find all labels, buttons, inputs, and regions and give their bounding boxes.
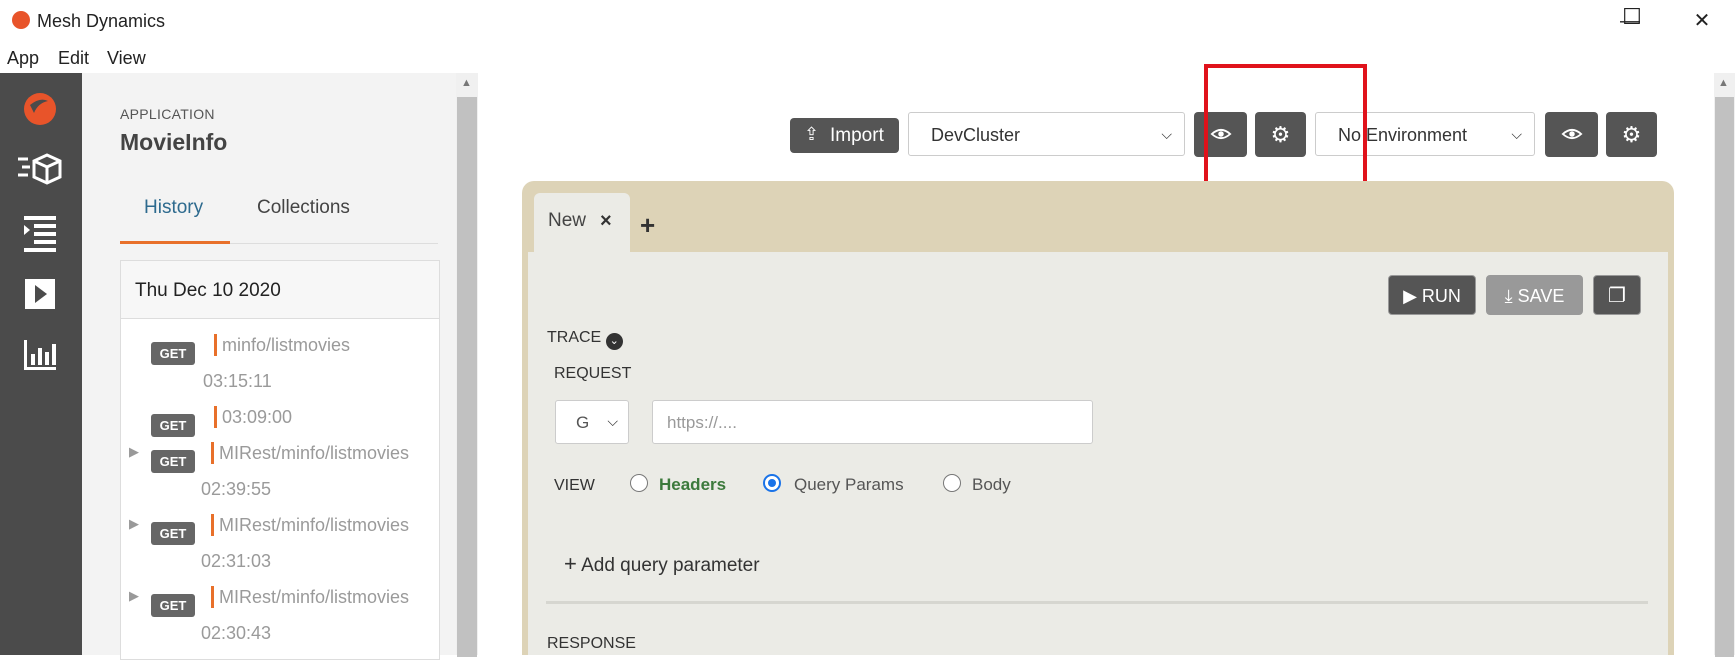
- add-param-label: Add query parameter: [581, 555, 760, 576]
- tab-label: New: [548, 210, 587, 231]
- method-badge: GET: [151, 414, 195, 437]
- add-tab-plus-icon[interactable]: +: [640, 210, 655, 241]
- add-query-parameter-button[interactable]: + Add query parameter: [564, 551, 760, 577]
- close-tab-icon[interactable]: ×: [600, 210, 612, 233]
- cube-services-icon[interactable]: [18, 147, 62, 191]
- method-badge: GET: [151, 594, 195, 617]
- highlight-box: [1204, 64, 1367, 190]
- expand-triangle-icon[interactable]: ▶: [129, 516, 139, 532]
- accent-bar: [214, 406, 217, 428]
- scroll-up-arrow-icon[interactable]: ▲: [461, 77, 472, 89]
- nav-rail: [0, 73, 82, 655]
- history-time: 03:15:11: [203, 371, 272, 391]
- application-label: APPLICATION: [120, 106, 215, 122]
- save-label: SAVE: [1517, 286, 1565, 306]
- history-path: minfo/listmovies: [222, 335, 351, 355]
- tab-collections[interactable]: Collections: [257, 197, 350, 219]
- cluster-value: DevCluster: [931, 125, 1021, 145]
- menu-view[interactable]: View: [107, 48, 146, 69]
- query-params-label[interactable]: Query Params: [794, 475, 904, 495]
- method-select[interactable]: G ⌵: [555, 400, 629, 444]
- window-title: Mesh Dynamics: [37, 11, 166, 31]
- method-value: G: [576, 413, 590, 432]
- menu-app[interactable]: App: [7, 48, 39, 69]
- accent-bar: [211, 442, 214, 464]
- view-label: VIEW: [554, 477, 595, 494]
- history-path: MIRest/minfo/listmovies: [219, 443, 410, 463]
- environment-settings-button[interactable]: ⚙: [1606, 112, 1657, 157]
- cluster-select[interactable]: DevCluster ⌵: [908, 112, 1185, 156]
- scroll-up-arrow-icon[interactable]: ▲: [1718, 77, 1729, 89]
- chevron-down-icon: ⌵: [607, 413, 618, 429]
- radio-query-params[interactable]: [763, 474, 781, 492]
- run-label: RUN: [1421, 286, 1461, 306]
- list-indent-icon[interactable]: [18, 210, 62, 254]
- menu-edit[interactable]: Edit: [58, 48, 89, 69]
- close-button[interactable]: ✕: [1682, 8, 1722, 34]
- run-button[interactable]: ▶ RUN: [1388, 275, 1476, 315]
- radio-body[interactable]: [943, 474, 961, 492]
- menu-bar: App Edit View: [0, 42, 1735, 73]
- accent-bar: [211, 586, 214, 608]
- tab-history[interactable]: History: [144, 197, 203, 219]
- play-icon[interactable]: [18, 272, 62, 316]
- bar-chart-icon[interactable]: [18, 334, 62, 378]
- play-icon: ▶: [1403, 286, 1417, 306]
- history-item[interactable]: ▶ GET MIRest/minfo/listmovies 02:39:55: [121, 438, 439, 510]
- chevron-down-icon: ⌵: [1511, 126, 1522, 142]
- history-item[interactable]: GET minfo/listmovies 03:15:11: [121, 330, 439, 402]
- view-environment-button[interactable]: [1545, 112, 1598, 157]
- history-item[interactable]: ▶ GET MIRest/minfo/listmovies 02:31:03: [121, 510, 439, 582]
- accent-bar: [214, 334, 217, 356]
- history-path: MIRest/minfo/listmovies: [219, 515, 410, 535]
- main-scrollbar[interactable]: ▲: [1714, 73, 1735, 657]
- history-time: 02:30:43: [201, 623, 272, 643]
- history-date-header[interactable]: Thu Dec 10 2020: [121, 261, 439, 319]
- scrollbar-thumb[interactable]: [457, 97, 477, 657]
- trace-toggle[interactable]: TRACE ⌄: [547, 329, 623, 350]
- save-button[interactable]: ⤓ SAVE: [1486, 275, 1583, 315]
- download-icon: ⤓: [1504, 286, 1513, 306]
- maximize-button[interactable]: ☐: [1612, 4, 1652, 30]
- mesh-logo-icon[interactable]: [18, 87, 62, 131]
- expand-triangle-icon[interactable]: ▶: [129, 444, 139, 460]
- response-label: RESPONSE: [547, 635, 636, 652]
- history-time: 02:39:55: [201, 479, 272, 499]
- method-badge: GET: [151, 450, 195, 473]
- app-logo-icon: [12, 11, 30, 29]
- import-label: Import: [830, 125, 884, 146]
- headers-label[interactable]: Headers: [659, 475, 726, 495]
- trace-label: TRACE: [547, 329, 602, 346]
- eye-icon: [1560, 128, 1583, 140]
- history-list: Thu Dec 10 2020 GET minfo/listmovies 03:…: [120, 260, 440, 660]
- body-label[interactable]: Body: [972, 475, 1011, 495]
- method-badge: GET: [151, 522, 195, 545]
- url-input[interactable]: https://....: [652, 400, 1093, 444]
- active-tab-indicator: [120, 241, 230, 244]
- request-label: REQUEST: [554, 365, 632, 382]
- history-time: 02:31:03: [201, 551, 272, 571]
- sidebar-scrollbar[interactable]: ▲: [456, 73, 478, 657]
- title-bar: Mesh Dynamics — ☐ ✕: [0, 0, 1735, 42]
- accent-bar: [211, 514, 214, 536]
- history-path: 03:09:00: [222, 407, 293, 427]
- history-path: MIRest/minfo/listmovies: [219, 587, 410, 607]
- import-button[interactable]: ⇪ Import: [790, 118, 899, 153]
- chevron-down-circle-icon: ⌄: [605, 333, 623, 350]
- plus-icon: +: [564, 551, 577, 576]
- application-name: MovieInfo: [120, 129, 228, 155]
- duplicate-button[interactable]: ❐: [1593, 275, 1641, 315]
- tab-new-request[interactable]: New ×: [534, 193, 630, 253]
- chevron-down-icon: ⌵: [1161, 126, 1172, 142]
- scrollbar-thumb[interactable]: [1715, 97, 1734, 657]
- radio-headers[interactable]: [630, 474, 648, 492]
- copy-icon: ❐: [1608, 285, 1626, 307]
- import-icon: ⇪: [804, 124, 820, 144]
- expand-triangle-icon[interactable]: ▶: [129, 588, 139, 604]
- section-divider: [546, 601, 1648, 604]
- gear-icon: ⚙: [1621, 122, 1642, 147]
- history-item[interactable]: ▶ GET MIRest/minfo/listmovies 02:30:43: [121, 582, 439, 654]
- method-badge: GET: [151, 342, 195, 365]
- app-panel: APPLICATION MovieInfo History Collection…: [82, 73, 456, 660]
